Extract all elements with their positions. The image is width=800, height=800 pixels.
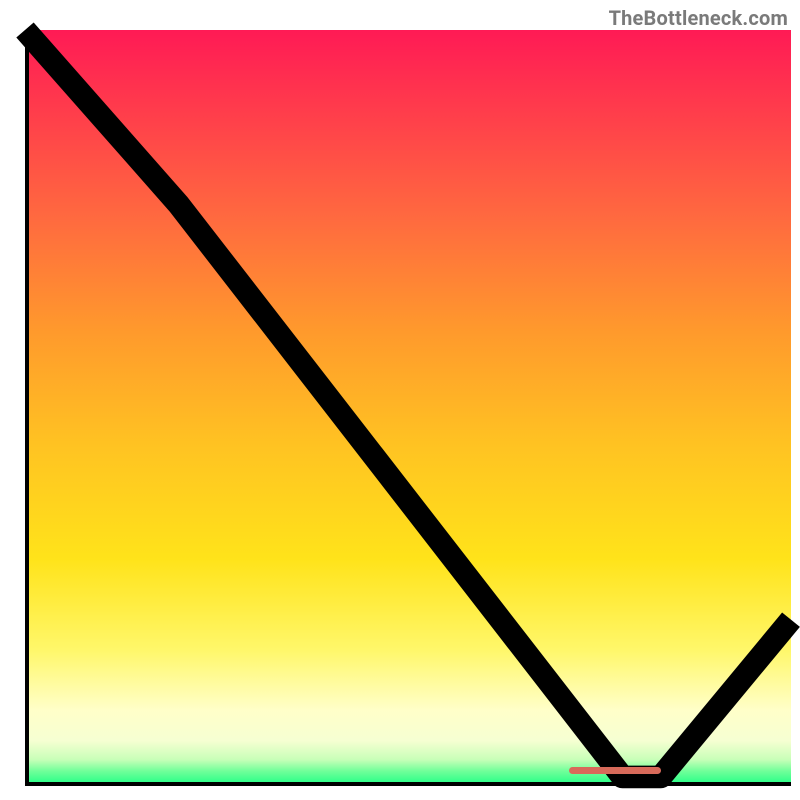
plot-area [25, 30, 791, 786]
chart-canvas: TheBottleneck.com [0, 0, 800, 800]
optimal-range-marker [569, 767, 661, 774]
bottleneck-curve [25, 30, 791, 786]
attribution-label: TheBottleneck.com [609, 6, 788, 30]
